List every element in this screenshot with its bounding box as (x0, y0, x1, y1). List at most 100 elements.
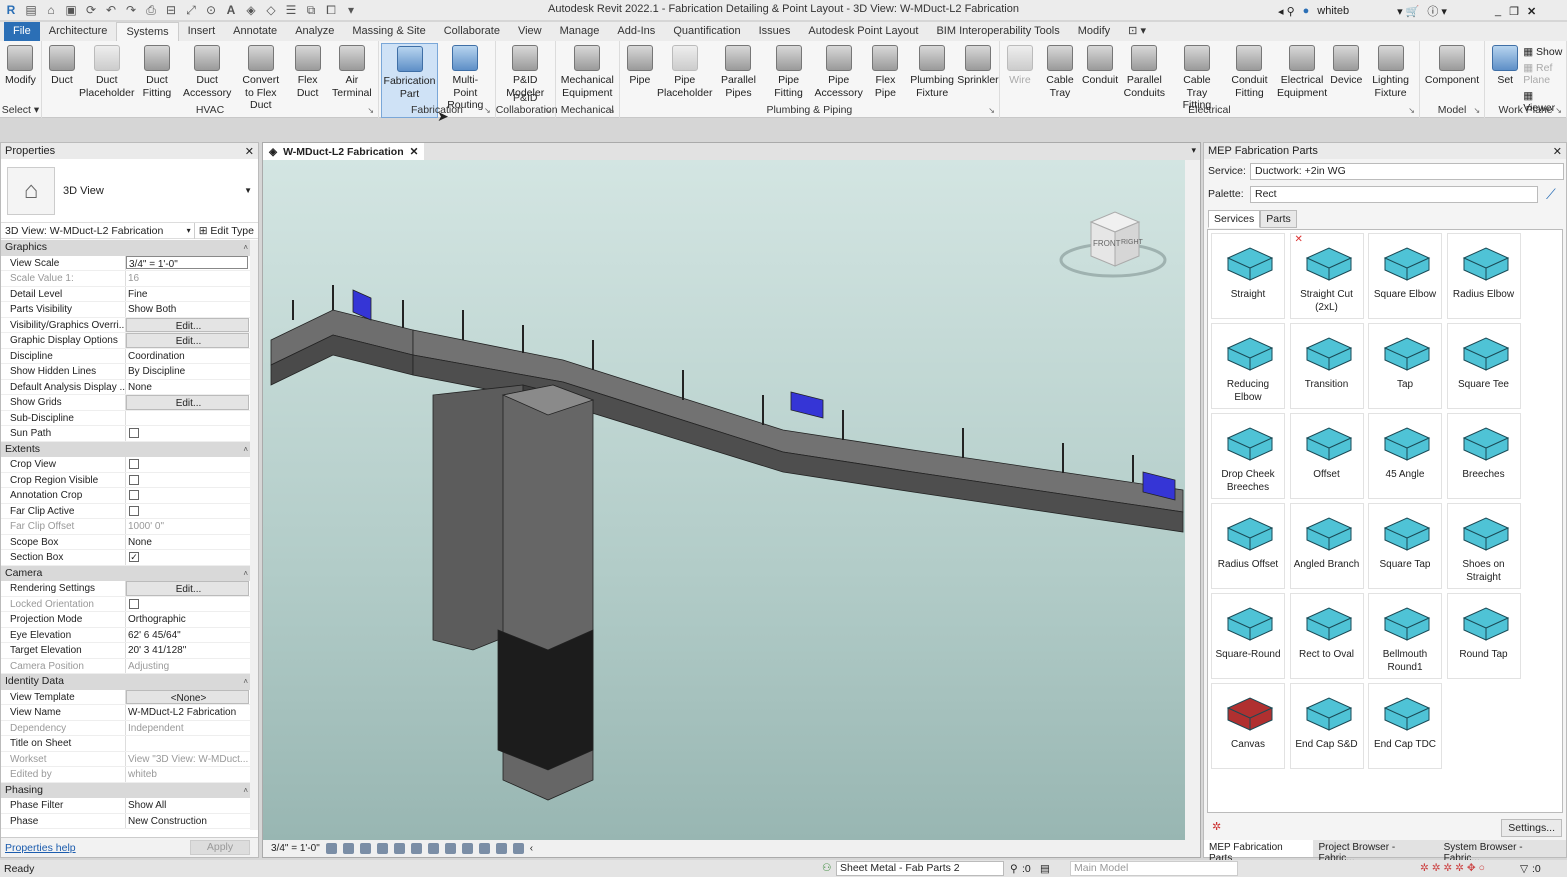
tab-annotate[interactable]: Annotate (224, 22, 286, 41)
part-tile[interactable]: 45 Angle (1368, 413, 1442, 499)
tab-insert[interactable]: Insert (179, 22, 225, 41)
fabrication-settings-icon[interactable]: ✲ (1212, 820, 1221, 833)
cart-icon[interactable]: ▾ 🛒 (1397, 5, 1419, 18)
binoculars-icon[interactable]: ◂ ⚲ (1278, 5, 1295, 18)
part-tile[interactable]: Offset (1289, 413, 1364, 499)
settings-button[interactable]: Settings... (1501, 819, 1562, 837)
checkbox[interactable] (129, 428, 139, 438)
part-tile[interactable]: Canvas (1211, 683, 1285, 769)
property-value[interactable] (126, 426, 251, 441)
part-tile[interactable]: Radius Elbow (1446, 233, 1521, 319)
section-identity-data[interactable]: Identity Data (1, 674, 251, 690)
tab-modify[interactable]: Modify (1069, 22, 1119, 41)
ribbon-display-toggle[interactable]: ⊡ ▾ (1119, 22, 1155, 41)
view-scale[interactable]: 3/4" = 1'-0" (271, 843, 320, 854)
sun-path-icon[interactable] (359, 843, 371, 854)
palette-dropdown[interactable]: Rect (1250, 185, 1538, 203)
property-value[interactable]: W-MDuct-L2 Fabrication (126, 705, 251, 720)
property-value[interactable] (126, 488, 251, 503)
render-icon[interactable] (393, 843, 405, 854)
property-value[interactable]: New Construction (126, 814, 251, 829)
property-value[interactable]: Show Both (126, 302, 251, 317)
tab-services[interactable]: Services (1208, 210, 1261, 228)
restore-button[interactable]: ❐ (1509, 5, 1519, 18)
instance-dropdown[interactable]: 3D View: W-MDuct-L2 Fabrication ▾ (1, 222, 195, 239)
part-tile[interactable]: Square Elbow (1368, 233, 1442, 319)
property-value[interactable]: 20' 3 41/128" (126, 643, 251, 658)
tab-analyze[interactable]: Analyze (286, 22, 343, 41)
analytical-model-icon[interactable] (512, 843, 524, 854)
apply-button[interactable]: Apply (190, 840, 250, 855)
part-tile[interactable]: Square Tap (1368, 503, 1442, 589)
tab-view[interactable]: View (509, 22, 551, 41)
close-icon[interactable]: ✕ (1553, 145, 1562, 158)
part-tile[interactable]: Square-Round (1211, 593, 1285, 679)
editable-only-icon[interactable]: ⚲ (1010, 863, 1018, 875)
part-tile[interactable]: ✕ Straight Cut (2xL) (1289, 233, 1364, 319)
checkbox[interactable] (129, 505, 139, 516)
tab-manage[interactable]: Manage (551, 22, 609, 41)
checkbox[interactable] (129, 474, 139, 485)
dialog-launcher-icon[interactable]: ↘ (1555, 106, 1562, 115)
tab-parts[interactable]: Parts (1260, 210, 1297, 228)
tab-autodesk-point-layout[interactable]: Autodesk Point Layout (799, 22, 927, 41)
part-tile[interactable]: Tap (1368, 323, 1442, 409)
model-canvas[interactable]: FRONT RIGHT (263, 160, 1185, 842)
part-tile[interactable]: Drop Cheek Breeches (1211, 413, 1285, 499)
section-graphics[interactable]: Graphics (1, 240, 251, 256)
crop-region-icon[interactable] (427, 843, 439, 854)
lock-view-icon[interactable] (444, 843, 456, 854)
dialog-launcher-icon[interactable]: ↘ (367, 106, 374, 115)
part-tile[interactable]: Round Tap (1446, 593, 1521, 679)
pipe-tool-icon[interactable]: ⟋ (1546, 186, 1556, 203)
tab-systems[interactable]: Systems (116, 22, 179, 41)
edit-type-button[interactable]: ⊞ Edit Type (195, 225, 258, 237)
part-tile[interactable]: Square Tee (1446, 323, 1521, 409)
property-value[interactable] (126, 736, 251, 751)
user-icon[interactable]: ● (1303, 5, 1310, 17)
detail-level-icon[interactable] (325, 843, 337, 854)
part-tile[interactable]: End Cap TDC (1368, 683, 1442, 769)
property-value[interactable]: <None> (126, 689, 249, 704)
close-window-button[interactable]: ✕ (1527, 5, 1536, 18)
property-value[interactable]: Fine (126, 287, 251, 302)
property-value[interactable]: Edit... (126, 333, 249, 348)
tab-project-browser[interactable]: Project Browser - Fabric... (1313, 840, 1438, 864)
view-tab[interactable]: ◈ W-MDuct-L2 Fabrication ✕ (263, 143, 425, 160)
show-button[interactable]: ▦ Show (1523, 46, 1564, 58)
scroll-left-icon[interactable]: ‹ (530, 843, 533, 854)
type-selector[interactable]: ⌂ 3D View ▼ (1, 159, 258, 223)
workset-dropdown[interactable]: Sheet Metal - Fab Parts 2 (836, 861, 1004, 876)
viewcube[interactable]: FRONT RIGHT (1059, 211, 1167, 278)
property-value[interactable] (126, 457, 251, 472)
tab-bim-interoperability-tools[interactable]: BIM Interoperability Tools (927, 22, 1068, 41)
reveal-hidden-icon[interactable] (478, 843, 490, 854)
dialog-launcher-icon[interactable]: ↘ (484, 106, 491, 115)
service-dropdown[interactable]: Ductwork: +2in WG (1250, 162, 1564, 180)
property-value[interactable] (126, 411, 251, 426)
part-tile[interactable]: Bellmouth Round1 (1368, 593, 1442, 679)
property-value[interactable]: ✓ (126, 550, 251, 565)
dialog-launcher-icon[interactable]: ↘ (988, 106, 995, 115)
checkbox[interactable] (129, 459, 139, 469)
crop-view-icon[interactable] (410, 843, 422, 854)
dialog-launcher-icon[interactable]: ↘ (544, 106, 551, 115)
filter-icon[interactable]: ▽ (1520, 863, 1528, 875)
minimize-button[interactable]: _ (1495, 5, 1501, 17)
section-camera[interactable]: Camera (1, 565, 251, 581)
temporary-hide-icon[interactable] (461, 843, 473, 854)
tab-issues[interactable]: Issues (750, 22, 800, 41)
tab-collaborate[interactable]: Collaborate (435, 22, 509, 41)
dialog-launcher-icon[interactable]: ↘ (1408, 106, 1415, 115)
checkbox[interactable]: ✓ (129, 552, 139, 562)
tab-mep-fabrication-parts[interactable]: MEP Fabrication Parts (1204, 840, 1314, 864)
property-value[interactable]: None (126, 380, 251, 395)
part-tile[interactable]: Rect to Oval (1289, 593, 1364, 679)
part-tile[interactable]: Breeches (1446, 413, 1521, 499)
user-name[interactable]: whiteb (1317, 5, 1349, 17)
part-tile[interactable]: Angled Branch (1289, 503, 1364, 589)
dialog-launcher-icon[interactable]: ↘ (608, 106, 615, 115)
duct-run[interactable] (270, 289, 1184, 801)
tab-file[interactable]: File (4, 22, 40, 41)
view-vertical-scrollbar[interactable] (1185, 160, 1200, 842)
